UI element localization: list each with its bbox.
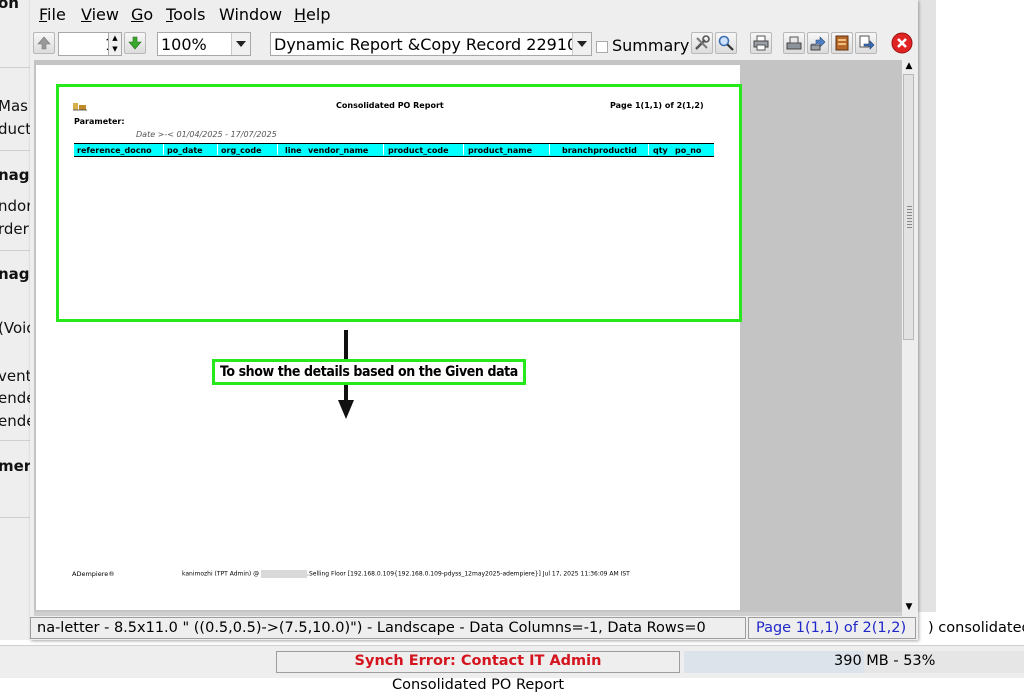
previous-page-button[interactable] [33,32,55,54]
scroll-up-icon[interactable]: ▲ [904,61,914,71]
report-canvas: Consolidated PO Report Page 1(1,1) of 2(… [34,60,902,612]
paper-info-status: na-letter - 8.5x11.0 " ((0.5,0.5)->(7.5,… [30,617,746,639]
export-icon [786,36,802,50]
redacted-block [261,570,308,578]
next-page-button[interactable] [124,32,146,54]
background-window-edge [918,0,936,612]
bg-fragment: on [0,0,19,12]
bg-fragment[interactable]: Mas [0,97,28,115]
scroll-down-icon[interactable]: ▼ [904,602,914,612]
bg-separator [0,517,30,518]
bg-fragment[interactable]: rder [0,220,29,238]
bg-fragment[interactable]: ende [0,412,30,430]
bg-fragment: mer [0,457,31,475]
background-status: ) consolidated [928,620,1024,636]
arrow-down-icon [128,36,142,50]
arrow-up-icon [37,36,51,50]
find-button[interactable] [715,32,737,54]
chevron-down-icon[interactable] [572,33,591,55]
page-spinner[interactable]: ▲ ▼ [108,32,122,56]
archive-button[interactable] [807,32,829,54]
bg-fragment[interactable]: ende [0,389,30,407]
report-footer-info: kanimozhi (TPT Admin) @ .Selling Floor [… [182,570,630,578]
magnifier-icon [718,35,734,51]
spin-down-icon[interactable]: ▼ [109,44,121,55]
bg-fragment: nag [0,166,30,184]
horizontal-scrollbar[interactable] [34,612,902,616]
tools-icon [695,35,710,50]
customize-button[interactable] [691,32,713,54]
export-button[interactable] [783,32,805,54]
book-icon [835,35,849,51]
chevron-down-icon[interactable] [231,33,250,55]
checkbox-icon[interactable] [596,40,608,53]
grip-icon [907,206,912,230]
report-page: Consolidated PO Report Page 1(1,1) of 2(… [36,65,742,610]
page-status: Page 1(1,1) of 2(1,2) [748,617,916,639]
send-icon [859,35,875,50]
annotation-highlight-box [56,84,742,322]
close-icon [891,32,913,54]
annotation-label: To show the details based on the Given d… [212,359,526,385]
archive-icon [810,36,826,51]
application-status-bar: Synch Error: Contact IT Admin 390 MB - 5… [0,645,1024,678]
bg-fragment[interactable]: ndor [0,197,30,215]
menu-window[interactable]: Window [219,5,282,24]
menu-file[interactable]: File [39,5,66,24]
printer-icon [753,35,769,51]
background-window-area [936,0,1024,612]
spin-up-icon[interactable]: ▲ [109,33,121,44]
summary-checkbox[interactable]: Summary [596,36,689,55]
vertical-scrollbar[interactable]: ▲ ▼ [902,60,916,615]
menu-go[interactable]: Go [131,5,153,24]
bg-fragment[interactable]: (Voic [0,319,30,337]
bg-fragment[interactable]: duct [0,120,30,138]
menu-help[interactable]: Help [294,5,330,24]
report-format-value: Dynamic Report &Copy Record 2291032 [274,35,592,54]
bg-fragment: nag [0,265,30,283]
memory-indicator[interactable]: 390 MB - 53% [684,651,1024,673]
report-footer-brand: ADempiere® [72,570,115,578]
report-footer-user: kanimozhi (TPT Admin) @ [182,570,260,578]
menu-tools[interactable]: Tools [166,5,205,24]
bg-separator [0,150,30,151]
bg-separator [0,250,30,251]
summary-label: Summary [612,36,690,55]
background-window: on Mas duct nag ndor rder nag (Voic vent… [0,0,31,640]
bg-fragment[interactable]: vento [0,367,30,385]
close-button[interactable] [891,32,913,54]
print-button[interactable] [750,32,772,54]
bg-separator [0,440,30,441]
sync-error-status[interactable]: Synch Error: Contact IT Admin [276,651,680,673]
report-viewer-window: File View Go Tools Window Help 1 ▲▼ 100%… [30,0,918,640]
zoom-select[interactable]: 100% [157,32,251,56]
scrollbar-thumb[interactable] [903,74,914,340]
menu-view[interactable]: View [81,5,119,24]
menu-bar: File View Go Tools Window Help [30,0,918,28]
report-footer-details: .Selling Floor [192.168.0.109{192.168.0.… [307,570,630,578]
toolbar: 1 ▲▼ 100% Dynamic Report &Copy Record 22… [30,30,918,58]
background-window-title: Consolidated PO Report [392,677,565,693]
send-button[interactable] [855,32,877,54]
report-button[interactable] [831,32,853,54]
report-format-select[interactable]: Dynamic Report &Copy Record 2291032 [270,32,592,56]
bg-separator [0,67,30,68]
memory-text: 390 MB - 53% [834,653,936,669]
zoom-value: 100% [161,35,207,54]
